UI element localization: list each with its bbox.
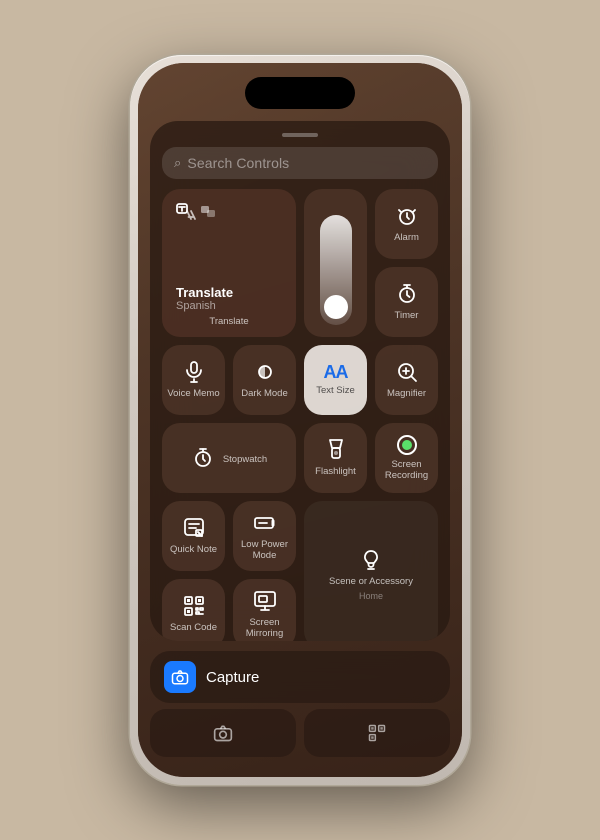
- translate-text: Translate Spanish: [166, 285, 292, 312]
- quick-note-control[interactable]: Quick Note: [162, 501, 225, 571]
- controls-grid: Translate Spanish Translate Alarm: [162, 189, 438, 641]
- translate-control[interactable]: Translate Spanish Translate: [162, 189, 296, 337]
- camera-icon: [171, 668, 189, 686]
- scan-code-control[interactable]: Scan Code: [162, 579, 225, 641]
- dark-mode-label: Dark Mode: [241, 388, 287, 399]
- drag-indicator: [282, 133, 318, 137]
- rec-dot-inner: [402, 440, 412, 450]
- dynamic-island: [245, 77, 355, 109]
- brightness-slider: [320, 215, 352, 325]
- quick-note-label: Quick Note: [170, 544, 217, 555]
- magnifier-label: Magnifier: [387, 388, 426, 399]
- voice-memo-control[interactable]: Voice Memo: [162, 345, 225, 415]
- timer-label: Timer: [395, 310, 419, 321]
- scene-accessory-label: Scene or Accessory: [329, 576, 413, 587]
- screen-mirroring-label: ScreenMirroring: [246, 617, 283, 640]
- text-size-label: Text Size: [316, 385, 355, 396]
- text-size-icon: AA: [324, 363, 348, 381]
- translate-icon: [174, 199, 198, 223]
- voice-memo-icon: [182, 360, 206, 384]
- stopwatch-control[interactable]: Stopwatch: [162, 423, 296, 493]
- home-control[interactable]: Scene or Accessory Home: [304, 501, 438, 641]
- phone-frame: ⌕ Search Controls: [130, 55, 470, 785]
- search-bar[interactable]: ⌕ Search Controls: [162, 147, 438, 179]
- translate-subtitle: Spanish: [176, 300, 282, 312]
- search-icon: ⌕: [174, 155, 181, 171]
- bottom-camera-cell[interactable]: [150, 709, 296, 757]
- capture-label: Capture: [206, 669, 259, 686]
- scan-code-label: Scan Code: [170, 622, 217, 633]
- text-size-control[interactable]: AA Text Size: [304, 345, 367, 415]
- stopwatch-icon: [191, 446, 215, 470]
- screen-mirroring-icon: [253, 589, 277, 613]
- magnifier-icon: [395, 360, 419, 384]
- screen-mirroring-control[interactable]: ScreenMirroring: [233, 579, 296, 641]
- low-power-icon: [253, 511, 277, 535]
- translate-icons: [174, 199, 216, 223]
- capture-bar[interactable]: Capture: [150, 651, 450, 703]
- home-sublabel: Home: [359, 591, 383, 602]
- low-power-mode-control[interactable]: Low PowerMode: [233, 501, 296, 571]
- scan-code-icon: [182, 594, 206, 618]
- dark-mode-control[interactable]: Dark Mode: [233, 345, 296, 415]
- screen-recording-control[interactable]: ScreenRecording: [375, 423, 438, 493]
- camera-small-icon: [213, 723, 233, 743]
- brightness-control[interactable]: [304, 189, 367, 337]
- screen-content: ⌕ Search Controls: [138, 63, 462, 777]
- translate-title: Translate: [176, 285, 282, 300]
- brightness-thumb: [324, 295, 348, 319]
- quick-note-icon: [182, 516, 206, 540]
- timer-control[interactable]: Timer: [375, 267, 438, 337]
- stopwatch-label: Stopwatch: [223, 454, 267, 465]
- magnifier-control[interactable]: Magnifier: [375, 345, 438, 415]
- bottom-grid: [150, 709, 450, 757]
- alarm-label: Alarm: [394, 232, 419, 243]
- timer-icon: [395, 282, 419, 306]
- screen-recording-icon: [397, 435, 417, 455]
- flashlight-icon: [324, 438, 348, 462]
- capture-icon: [164, 661, 196, 693]
- dark-mode-icon: [253, 360, 277, 384]
- low-power-label: Low PowerMode: [241, 539, 288, 562]
- flashlight-control[interactable]: Flashlight: [304, 423, 367, 493]
- translate-label: Translate: [209, 316, 248, 327]
- control-center-panel: ⌕ Search Controls: [150, 121, 450, 641]
- qr-small-icon: [367, 723, 387, 743]
- bulb-icon: [359, 548, 383, 572]
- alarm-control[interactable]: Alarm: [375, 189, 438, 259]
- bottom-qr-cell[interactable]: [304, 709, 450, 757]
- voice-memo-label: Voice Memo: [167, 388, 219, 399]
- phone-screen: ⌕ Search Controls: [138, 63, 462, 777]
- flashlight-label: Flashlight: [315, 466, 356, 477]
- translate-sub-icon: [200, 203, 216, 219]
- search-placeholder: Search Controls: [187, 155, 289, 171]
- alarm-icon: [395, 204, 419, 228]
- screen-recording-label: ScreenRecording: [385, 459, 428, 482]
